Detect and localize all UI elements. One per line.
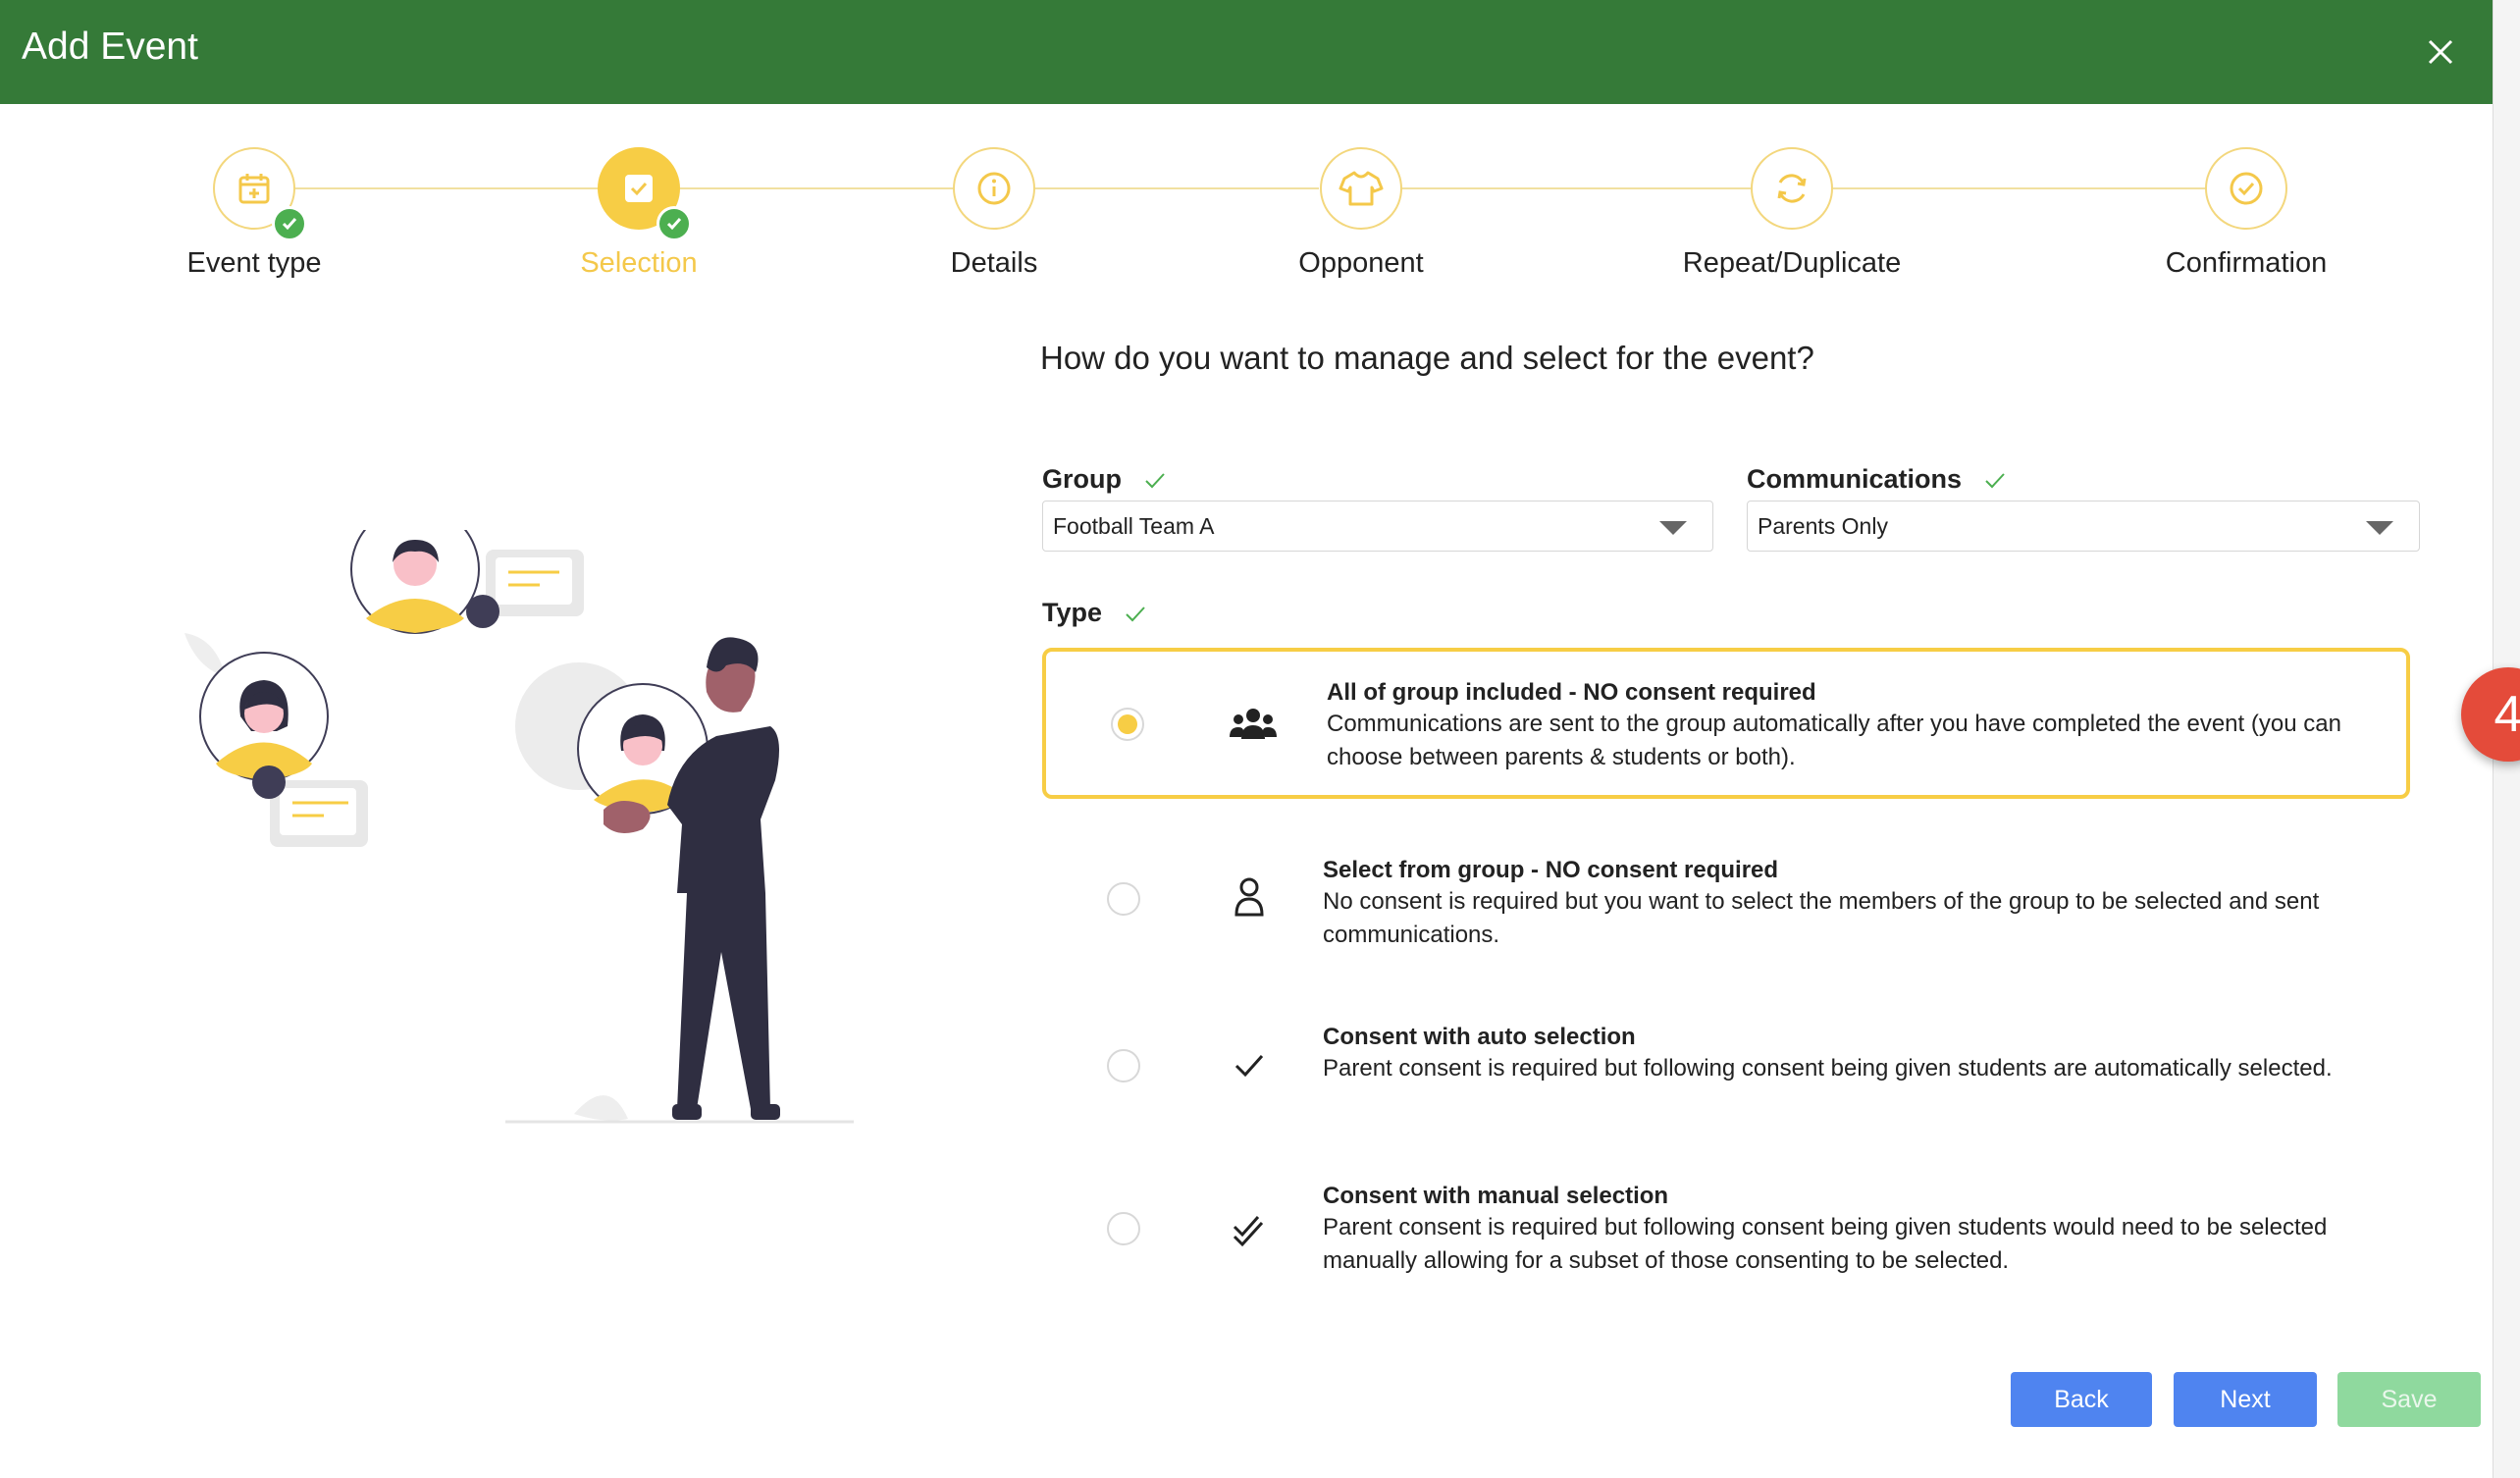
double-check-icon <box>1233 1216 1264 1247</box>
next-button[interactable]: Next <box>2174 1372 2317 1427</box>
radio-button-selected[interactable] <box>1111 708 1144 741</box>
valid-check-icon <box>1144 473 1165 489</box>
step-connector <box>1034 187 1319 189</box>
save-button[interactable]: Save <box>2337 1372 2481 1427</box>
check-icon <box>1234 1054 1264 1078</box>
valid-check-icon <box>1125 607 1145 622</box>
step-connector <box>679 187 954 189</box>
communications-label: Communications <box>1747 464 2007 495</box>
group-select[interactable]: Football Team A <box>1042 501 1713 552</box>
back-button[interactable]: Back <box>2011 1372 2152 1427</box>
check-circle-icon <box>2230 172 2263 205</box>
calendar-plus-icon <box>238 174 270 204</box>
dialog-header: Add Event <box>0 0 2493 104</box>
valid-check-icon <box>1984 473 2005 489</box>
type-option-consent-manual[interactable]: Consent with manual selection Parent con… <box>1042 1168 2410 1319</box>
step-label-opponent: Opponent <box>1298 247 1424 279</box>
option-description: No consent is required but you want to s… <box>1323 888 2320 948</box>
step-repeat-duplicate[interactable] <box>1751 147 1833 230</box>
option-description: Parent consent is required but following… <box>1323 1214 2328 1274</box>
communications-select-value: Parents Only <box>1758 513 1888 539</box>
option-description: Parent consent is required but following… <box>1323 1055 2333 1082</box>
close-button[interactable] <box>2416 27 2465 77</box>
step-connector <box>1401 187 1751 189</box>
question-heading: How do you want to manage and select for… <box>1040 340 1814 376</box>
group-select-value: Football Team A <box>1053 513 1215 539</box>
option-title: Select from group - NO consent required <box>1323 857 1779 883</box>
step-label-confirmation: Confirmation <box>2165 247 2328 279</box>
radio-button[interactable] <box>1107 1049 1140 1082</box>
type-option-select-from-group[interactable]: Select from group - NO consent required … <box>1042 824 2410 976</box>
type-option-all-of-group[interactable]: All of group included - NO consent requi… <box>1042 648 2410 799</box>
group-icon <box>1230 709 1277 739</box>
type-option-consent-auto[interactable]: Consent with auto selection Parent conse… <box>1042 1001 2410 1152</box>
communications-select[interactable]: Parents Only <box>1747 501 2420 552</box>
radio-button[interactable] <box>1107 882 1140 916</box>
step-connector <box>294 187 599 189</box>
info-icon <box>977 172 1011 205</box>
type-label: Type <box>1042 598 1147 628</box>
step-done-check-icon <box>656 206 692 241</box>
communications-label-text: Communications <box>1747 464 1963 494</box>
option-title: All of group included - NO consent requi… <box>1327 679 1816 706</box>
dialog-title: Add Event <box>22 26 198 68</box>
step-connector <box>1833 187 2206 189</box>
checkbox-icon <box>625 175 653 202</box>
option-title: Consent with auto selection <box>1323 1024 1636 1050</box>
step-selection[interactable] <box>598 147 692 241</box>
step-label-details: Details <box>950 247 1038 279</box>
radio-button[interactable] <box>1107 1212 1140 1245</box>
step-done-check-icon <box>272 206 307 241</box>
person-icon <box>1234 877 1264 917</box>
step-label-repeat-duplicate: Repeat/Duplicate <box>1682 247 1902 279</box>
step-label-event-type: Event type <box>186 247 322 279</box>
group-label-text: Group <box>1042 464 1122 494</box>
refresh-icon <box>1777 174 1807 203</box>
step-label-selection: Selection <box>580 247 698 279</box>
step-details[interactable] <box>953 147 1035 230</box>
step-opponent[interactable] <box>1320 147 1402 230</box>
step-event-type[interactable] <box>213 147 307 241</box>
close-icon <box>2428 39 2453 65</box>
people-selection-illustration <box>184 530 854 1124</box>
chevron-down-icon <box>2366 521 2393 535</box>
step-confirmation[interactable] <box>2205 147 2287 230</box>
step-number-badge: 4 <box>2461 667 2520 762</box>
option-title: Consent with manual selection <box>1323 1183 1669 1209</box>
shirt-icon <box>1339 171 1384 206</box>
type-label-text: Type <box>1042 598 1103 627</box>
chevron-down-icon <box>1659 521 1687 535</box>
group-label: Group <box>1042 464 1167 495</box>
option-description: Communications are sent to the group aut… <box>1327 711 2341 770</box>
